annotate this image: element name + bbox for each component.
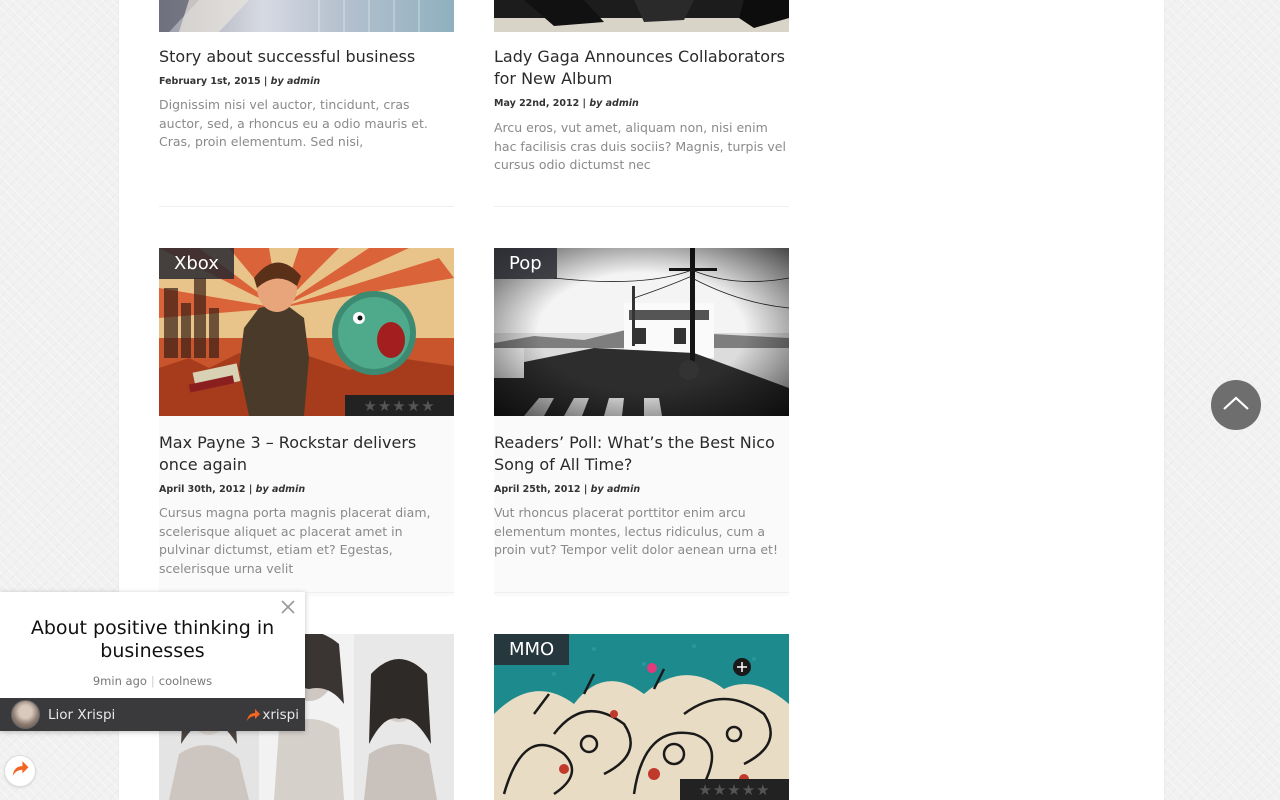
recommendation-popup[interactable]: About positive thinking in businesses 9m… xyxy=(0,592,305,731)
category-badge[interactable]: Xbox xyxy=(159,248,234,279)
meta-separator: | xyxy=(583,484,588,495)
post-excerpt: Vut rhoncus placerat porttitor enim arcu… xyxy=(494,505,778,557)
post-meta: April 30th, 2012 | by admin xyxy=(159,484,305,495)
scroll-to-top-button[interactable] xyxy=(1211,380,1261,430)
post-title[interactable]: Lady Gaga Announces Collaborators for Ne… xyxy=(494,46,789,90)
post-date: May 22nd, 2012 xyxy=(494,98,580,109)
popup-meta: 9min ago | coolnews xyxy=(0,674,305,688)
meta-separator: | xyxy=(248,484,253,495)
category-badge[interactable]: Pop xyxy=(494,248,557,279)
popup-source[interactable]: coolnews xyxy=(159,674,212,688)
post-card: Max Payne 3 – Rockstar delivers once aga… xyxy=(159,416,454,596)
post-meta: February 1st, 2015 | by admin xyxy=(159,76,320,87)
post-thumbnail[interactable]: MMO ★★★★★ xyxy=(494,634,789,800)
meta-separator: | xyxy=(263,76,268,87)
post-card: Story about successful business February… xyxy=(159,0,454,210)
star-rating: ★★★★★ xyxy=(680,779,789,800)
share-arrow-icon xyxy=(10,760,30,782)
popup-author: Lior Xrispi xyxy=(48,706,116,723)
divider xyxy=(494,592,789,593)
divider xyxy=(159,206,454,207)
chevron-up-icon xyxy=(1222,395,1250,416)
share-arrow-icon xyxy=(245,708,261,722)
post-title[interactable]: Max Payne 3 – Rockstar delivers once aga… xyxy=(159,432,454,476)
divider xyxy=(494,206,789,207)
post-thumbnail[interactable]: Xbox ★★★★★ xyxy=(159,248,454,416)
post-title[interactable]: Story about successful business xyxy=(159,46,454,68)
post-date: April 30th, 2012 xyxy=(159,484,246,495)
close-icon[interactable] xyxy=(279,598,297,616)
post-excerpt: Dignissim nisi vel auctor, tincidunt, cr… xyxy=(159,97,428,149)
meta-separator: | xyxy=(582,98,587,109)
meta-separator: | xyxy=(150,674,155,688)
post-author[interactable]: by admin xyxy=(589,98,638,109)
post-thumbnail[interactable]: Pop xyxy=(494,248,789,416)
post-date: February 1st, 2015 xyxy=(159,76,261,87)
popup-footer: Lior Xrispi xrispi xyxy=(0,698,305,731)
post-excerpt: Cursus magna porta magnis placerat diam,… xyxy=(159,505,431,576)
post-card: Readers’ Poll: What’s the Best Nico Song… xyxy=(494,416,789,596)
post-author[interactable]: by admin xyxy=(271,76,320,87)
avatar xyxy=(11,700,40,729)
share-button[interactable] xyxy=(4,755,36,787)
category-badge[interactable]: MMO xyxy=(494,634,570,665)
star-rating: ★★★★★ xyxy=(345,395,454,416)
popup-time: 9min ago xyxy=(92,674,147,688)
post-excerpt: Arcu eros, vut amet, aliquam non, nisi e… xyxy=(494,120,786,172)
post-author[interactable]: by admin xyxy=(256,484,305,495)
post-date: April 25th, 2012 xyxy=(494,484,581,495)
popup-handle[interactable]: xrispi xyxy=(262,707,299,723)
post-meta: April 25th, 2012 | by admin xyxy=(494,484,640,495)
post-card: Lady Gaga Announces Collaborators for Ne… xyxy=(494,0,789,210)
popup-title[interactable]: About positive thinking in businesses xyxy=(10,617,295,663)
post-author[interactable]: by admin xyxy=(591,484,640,495)
post-title[interactable]: Readers’ Poll: What’s the Best Nico Song… xyxy=(494,432,789,476)
post-meta: May 22nd, 2012 | by admin xyxy=(494,98,639,109)
